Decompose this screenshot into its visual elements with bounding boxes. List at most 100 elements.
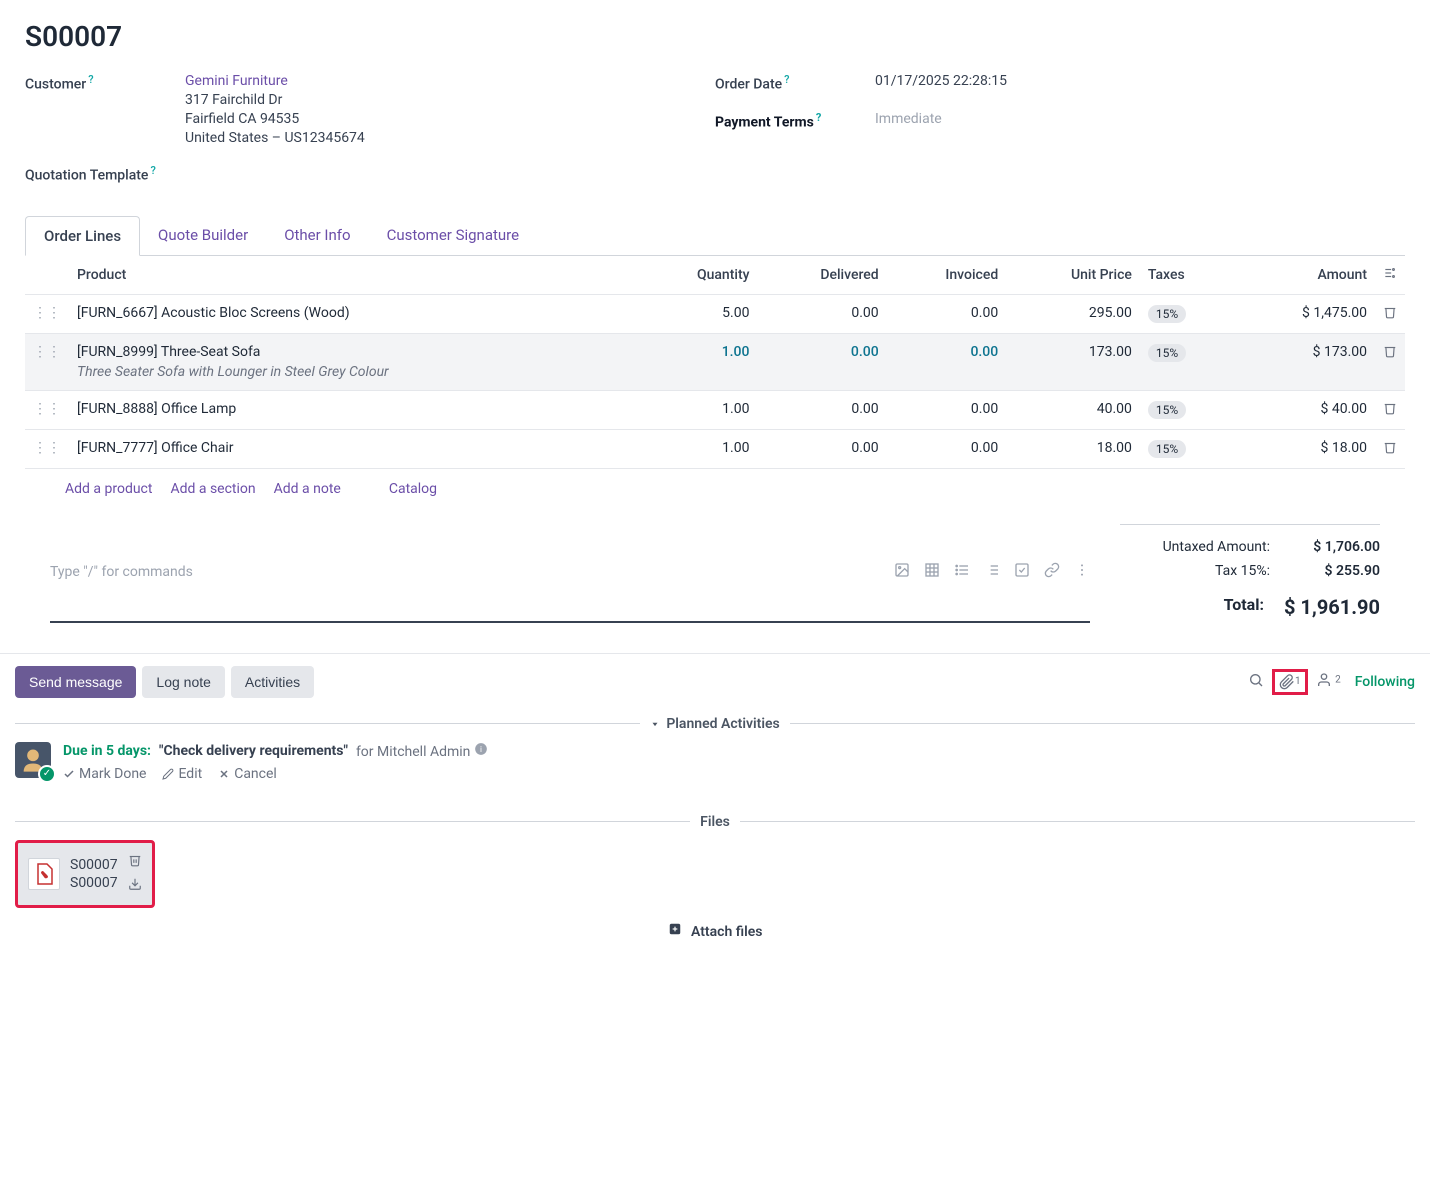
tab-customer-signature[interactable]: Customer Signature	[369, 216, 538, 255]
notes-input[interactable]: Type "/" for commands	[50, 524, 1090, 623]
taxes-cell[interactable]: 15%	[1140, 390, 1234, 429]
list-ol-icon[interactable]	[984, 562, 1000, 582]
quantity-cell[interactable]: 5.00	[638, 294, 757, 333]
pdf-icon	[28, 858, 60, 890]
total-value: $ 1,961.90	[1284, 595, 1380, 619]
delete-row-icon[interactable]	[1383, 307, 1397, 323]
delivered-cell[interactable]: 0.00	[757, 294, 886, 333]
col-delivered: Delivered	[757, 256, 886, 295]
col-taxes: Taxes	[1140, 256, 1234, 295]
payment-terms-value[interactable]: Immediate	[875, 111, 942, 127]
customer-link[interactable]: Gemini Furniture	[185, 73, 365, 89]
delivered-cell[interactable]: 0.00	[757, 333, 886, 390]
quantity-cell[interactable]: 1.00	[638, 390, 757, 429]
order-date-label: Order Date?	[715, 73, 875, 93]
delete-row-icon[interactable]	[1383, 346, 1397, 362]
address-line: United States – US12345674	[185, 130, 365, 146]
help-icon[interactable]: ?	[150, 164, 155, 177]
svg-text:i: i	[480, 744, 482, 754]
delete-row-icon[interactable]	[1383, 403, 1397, 419]
quantity-cell[interactable]: 1.00	[638, 429, 757, 468]
add-product-link[interactable]: Add a product	[65, 481, 152, 497]
help-icon[interactable]: ?	[816, 111, 821, 124]
taxes-cell[interactable]: 15%	[1140, 333, 1234, 390]
catalog-link[interactable]: Catalog	[389, 481, 437, 497]
activity-due: Due in 5 days:	[63, 743, 151, 759]
invoiced-cell[interactable]: 0.00	[887, 333, 1007, 390]
more-icon[interactable]	[1074, 562, 1090, 582]
checklist-icon[interactable]	[1014, 562, 1030, 582]
help-icon[interactable]: ?	[784, 73, 789, 86]
add-note-link[interactable]: Add a note	[274, 481, 341, 497]
unit-price-cell[interactable]: 295.00	[1006, 294, 1140, 333]
tab-other-info[interactable]: Other Info	[266, 216, 368, 255]
tab-order-lines[interactable]: Order Lines	[25, 216, 140, 256]
following-button[interactable]: Following	[1355, 674, 1415, 690]
table-row[interactable]: ⋮⋮ [FURN_8888] Office Lamp 1.00 0.00 0.0…	[25, 390, 1405, 429]
page-title: S00007	[25, 20, 1405, 53]
table-row[interactable]: ⋮⋮ [FURN_6667] Acoustic Bloc Screens (Wo…	[25, 294, 1405, 333]
list-ul-icon[interactable]	[954, 562, 970, 582]
col-product: Product	[69, 256, 638, 295]
product-cell[interactable]: [FURN_6667] Acoustic Bloc Screens (Wood)	[69, 294, 638, 333]
info-icon[interactable]: i	[474, 744, 488, 760]
mark-done-button[interactable]: Mark Done	[63, 766, 146, 782]
invoiced-cell[interactable]: 0.00	[887, 294, 1007, 333]
product-cell[interactable]: [FURN_8999] Three-Seat SofaThree Seater …	[69, 333, 638, 390]
taxes-cell[interactable]: 15%	[1140, 429, 1234, 468]
files-header: Files	[700, 814, 730, 830]
delivered-cell[interactable]: 0.00	[757, 429, 886, 468]
edit-button[interactable]: Edit	[162, 766, 202, 782]
customer-label: Customer?	[25, 73, 185, 93]
order-date-value: 01/17/2025 22:28:15	[875, 73, 1007, 89]
search-icon[interactable]	[1248, 672, 1264, 692]
attachments-button[interactable]: 1	[1272, 669, 1308, 695]
activity-for: for Mitchell Admin i	[356, 742, 488, 760]
amount-cell: $ 18.00	[1234, 429, 1375, 468]
file-download-icon[interactable]	[128, 877, 142, 895]
link-icon[interactable]	[1044, 562, 1060, 582]
product-cell[interactable]: [FURN_7777] Office Chair	[69, 429, 638, 468]
untaxed-value: $ 1,706.00	[1290, 539, 1380, 555]
product-cell[interactable]: [FURN_8888] Office Lamp	[69, 390, 638, 429]
tax-value: $ 255.90	[1290, 563, 1380, 579]
drag-handle-icon[interactable]: ⋮⋮	[25, 390, 69, 429]
planned-activities-header[interactable]: Planned Activities	[650, 716, 779, 732]
table-row[interactable]: ⋮⋮ [FURN_7777] Office Chair 1.00 0.00 0.…	[25, 429, 1405, 468]
delete-row-icon[interactable]	[1383, 442, 1397, 458]
attach-files-button[interactable]: Attach files	[0, 908, 1430, 954]
unit-price-cell[interactable]: 173.00	[1006, 333, 1140, 390]
caret-down-icon	[650, 719, 660, 729]
file-attachment[interactable]: S00007 S00007	[15, 840, 155, 908]
col-quantity: Quantity	[638, 256, 757, 295]
tab-quote-builder[interactable]: Quote Builder	[140, 216, 266, 255]
delivered-cell[interactable]: 0.00	[757, 390, 886, 429]
table-icon[interactable]	[924, 562, 940, 582]
drag-handle-icon[interactable]: ⋮⋮	[25, 429, 69, 468]
unit-price-cell[interactable]: 40.00	[1006, 390, 1140, 429]
file-delete-icon[interactable]	[128, 853, 142, 871]
help-icon[interactable]: ?	[88, 73, 93, 86]
cancel-button[interactable]: Cancel	[218, 766, 277, 782]
close-icon	[218, 768, 230, 780]
col-unit-price: Unit Price	[1006, 256, 1140, 295]
column-settings-icon[interactable]	[1383, 268, 1397, 284]
invoiced-cell[interactable]: 0.00	[887, 390, 1007, 429]
activities-button[interactable]: Activities	[231, 666, 314, 698]
attach-count: 1	[1295, 676, 1301, 687]
add-section-link[interactable]: Add a section	[170, 481, 255, 497]
log-note-button[interactable]: Log note	[142, 666, 225, 698]
avatar: ✓	[15, 742, 51, 778]
drag-handle-icon[interactable]: ⋮⋮	[25, 333, 69, 390]
invoiced-cell[interactable]: 0.00	[887, 429, 1007, 468]
taxes-cell[interactable]: 15%	[1140, 294, 1234, 333]
follower-count: 2	[1335, 674, 1341, 685]
untaxed-label: Untaxed Amount:	[1120, 539, 1290, 555]
drag-handle-icon[interactable]: ⋮⋮	[25, 294, 69, 333]
quantity-cell[interactable]: 1.00	[638, 333, 757, 390]
followers-button[interactable]: 2	[1316, 672, 1341, 692]
image-icon[interactable]	[894, 562, 910, 582]
unit-price-cell[interactable]: 18.00	[1006, 429, 1140, 468]
table-row[interactable]: ⋮⋮ [FURN_8999] Three-Seat SofaThree Seat…	[25, 333, 1405, 390]
send-message-button[interactable]: Send message	[15, 666, 136, 698]
